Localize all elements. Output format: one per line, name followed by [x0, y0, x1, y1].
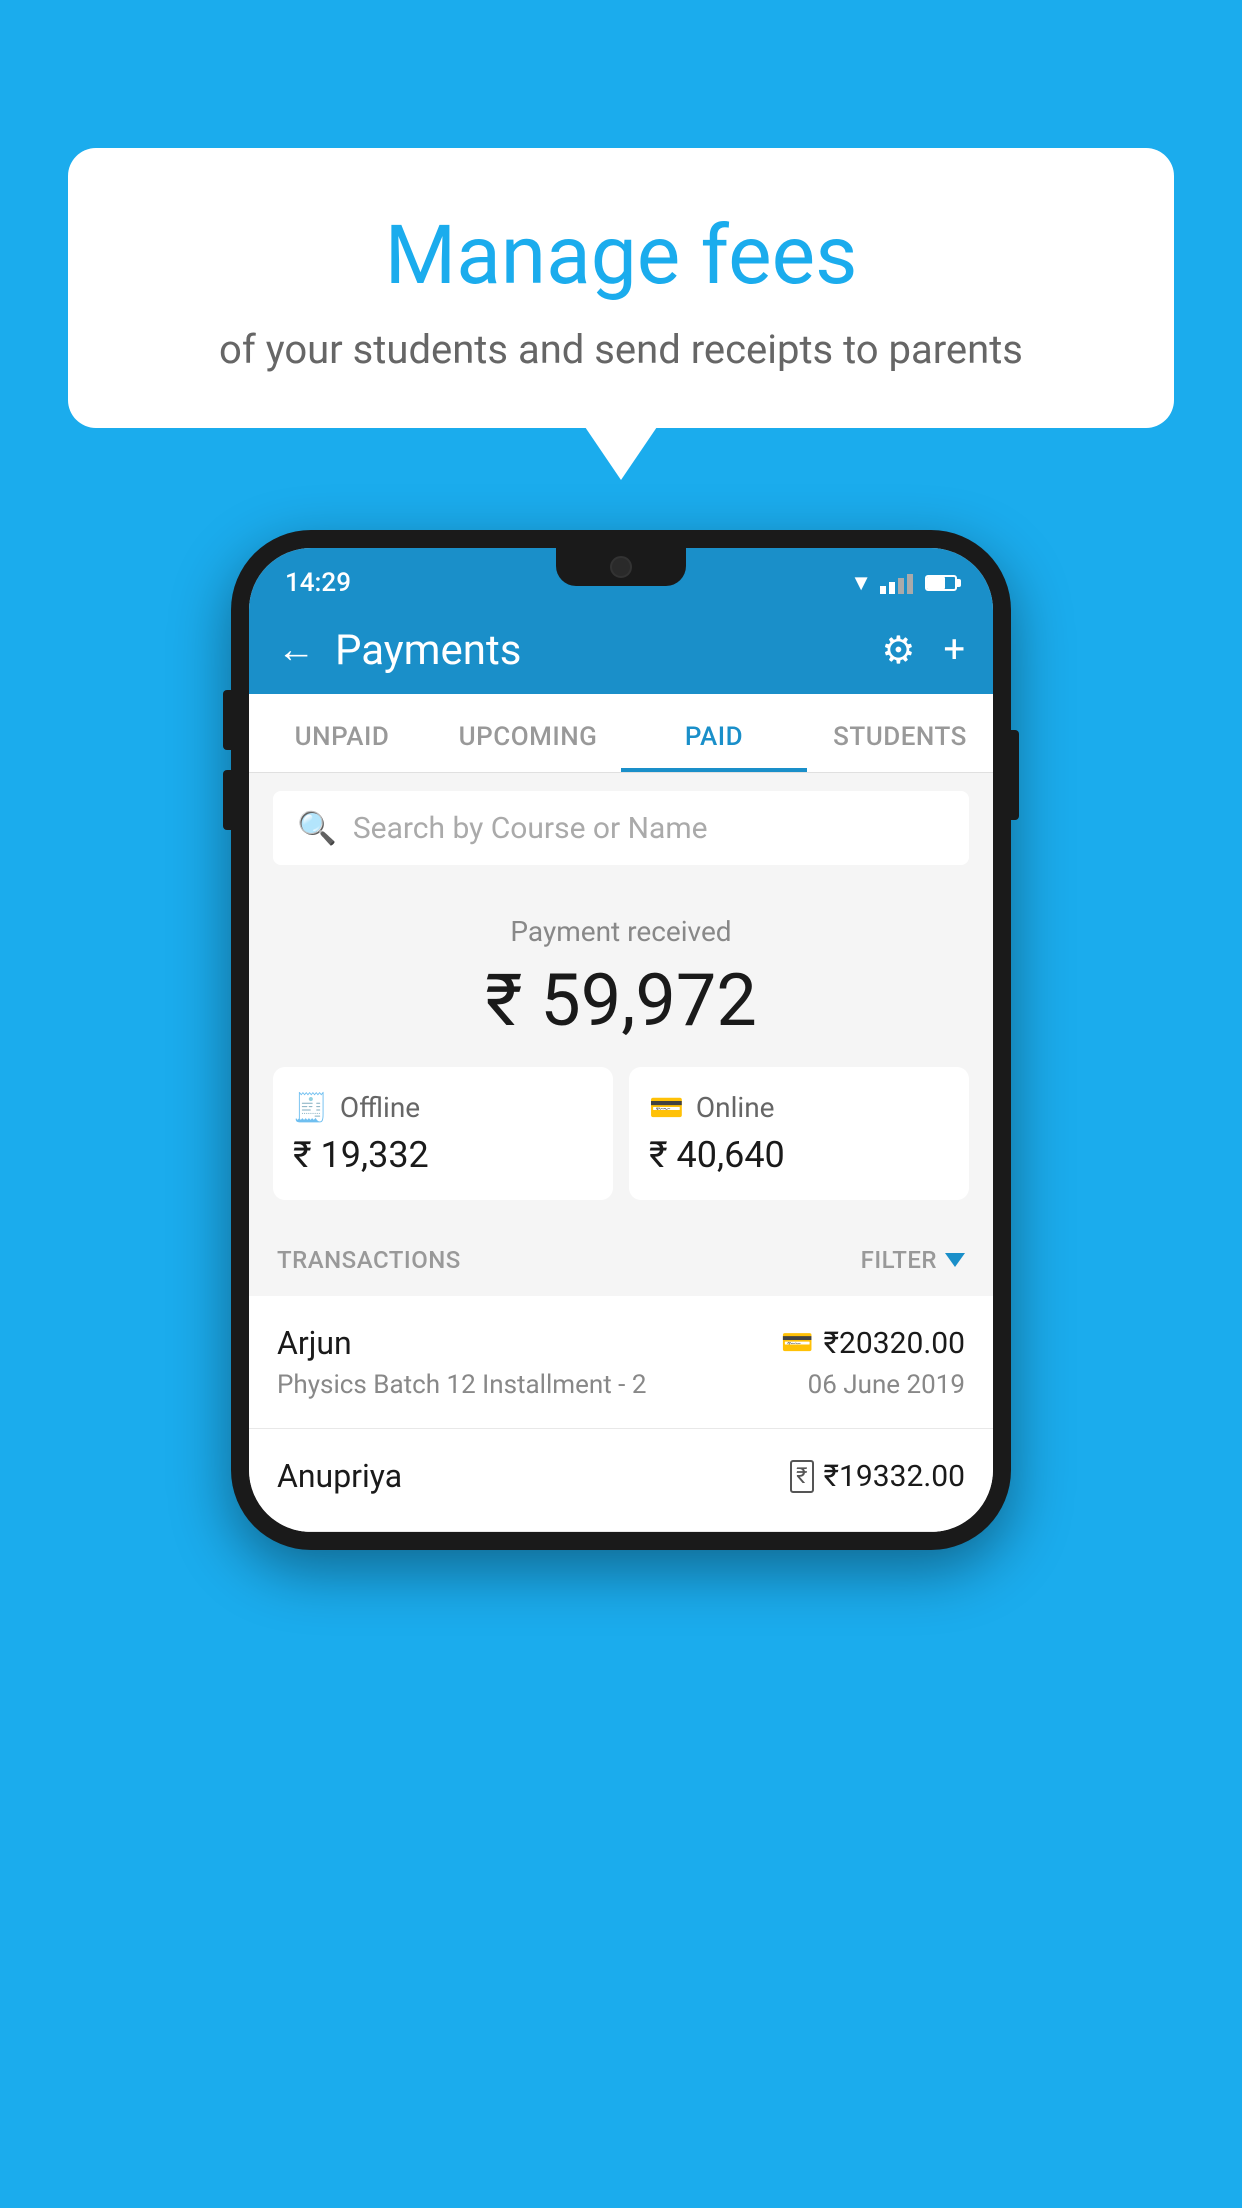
transaction-detail: Physics Batch 12 Installment - 2	[277, 1370, 646, 1400]
search-container: 🔍 Search by Course or Name	[249, 773, 993, 883]
front-camera	[610, 556, 632, 578]
wifi-icon: ▼	[850, 570, 872, 596]
bubble-title: Manage fees	[128, 208, 1114, 304]
transaction-row[interactable]: Anupriya ₹ ₹19332.00	[249, 1429, 993, 1532]
battery-icon	[925, 575, 957, 591]
phone-outer: 14:29 ▼	[231, 530, 1011, 1550]
back-button[interactable]: ←	[277, 628, 315, 672]
transaction-amount: ₹20320.00	[824, 1326, 965, 1361]
bubble-subtitle: of your students and send receipts to pa…	[128, 326, 1114, 373]
status-icons: ▼	[850, 570, 957, 596]
speech-bubble: Manage fees of your students and send re…	[68, 148, 1174, 428]
transaction-top: Anupriya ₹ ₹19332.00	[277, 1457, 965, 1495]
payment-received-label: Payment received	[273, 915, 969, 948]
tab-upcoming[interactable]: UPCOMING	[435, 694, 621, 772]
transaction-top: Arjun 💳 ₹20320.00	[277, 1324, 965, 1362]
card-payment-icon: 💳	[781, 1328, 813, 1358]
offline-card-header: 🧾 Offline	[293, 1091, 593, 1124]
offline-icon: 🧾	[293, 1091, 328, 1124]
online-label: Online	[696, 1091, 775, 1124]
speech-bubble-container: Manage fees of your students and send re…	[68, 148, 1174, 428]
tabs-bar: UNPAID UPCOMING PAID STUDENTS	[249, 694, 993, 773]
filter-label: FILTER	[861, 1246, 937, 1274]
phone-wrapper: 14:29 ▼	[231, 530, 1011, 1550]
transaction-date: 06 June 2019	[808, 1370, 965, 1400]
online-card-header: 💳 Online	[649, 1091, 949, 1124]
search-icon: 🔍	[297, 809, 337, 847]
payment-total-amount: ₹ 59,972	[273, 958, 969, 1043]
payment-cards: 🧾 Offline ₹ 19,332 💳 Online ₹ 40,640	[273, 1067, 969, 1200]
transaction-bottom: Physics Batch 12 Installment - 2 06 June…	[277, 1370, 965, 1400]
transaction-amount-wrapper: ₹ ₹19332.00	[790, 1459, 965, 1494]
add-button[interactable]: +	[943, 628, 965, 672]
search-placeholder: Search by Course or Name	[353, 811, 708, 846]
tab-students[interactable]: STUDENTS	[807, 694, 993, 772]
transaction-amount: ₹19332.00	[824, 1459, 965, 1494]
volume-down-button	[223, 770, 231, 830]
transaction-amount-wrapper: 💳 ₹20320.00	[781, 1326, 965, 1361]
settings-icon[interactable]: ⚙	[881, 628, 915, 673]
offline-amount: ₹ 19,332	[293, 1134, 593, 1176]
transactions-header: TRANSACTIONS FILTER	[249, 1224, 993, 1296]
transaction-name: Anupriya	[277, 1457, 402, 1495]
page-title: Payments	[335, 626, 881, 675]
tab-unpaid[interactable]: UNPAID	[249, 694, 435, 772]
search-bar[interactable]: 🔍 Search by Course or Name	[273, 791, 969, 865]
offline-label: Offline	[340, 1091, 420, 1124]
online-amount: ₹ 40,640	[649, 1134, 949, 1176]
volume-up-button	[223, 690, 231, 750]
payment-summary: Payment received ₹ 59,972 🧾 Offline ₹ 19…	[249, 883, 993, 1224]
offline-card: 🧾 Offline ₹ 19,332	[273, 1067, 613, 1200]
rupee-payment-icon: ₹	[790, 1460, 813, 1493]
transaction-name: Arjun	[277, 1324, 352, 1362]
tab-paid[interactable]: PAID	[621, 694, 807, 772]
phone-screen: 14:29 ▼	[249, 548, 993, 1532]
status-time: 14:29	[285, 568, 351, 598]
signal-icon	[880, 572, 913, 594]
power-button	[1011, 730, 1019, 820]
phone-notch	[556, 548, 686, 586]
app-bar-actions: ⚙ +	[881, 628, 965, 673]
transactions-label: TRANSACTIONS	[277, 1246, 461, 1274]
online-card: 💳 Online ₹ 40,640	[629, 1067, 969, 1200]
online-icon: 💳	[649, 1091, 684, 1124]
filter-icon	[945, 1253, 965, 1267]
filter-button[interactable]: FILTER	[861, 1246, 965, 1274]
app-bar: ← Payments ⚙ +	[249, 606, 993, 694]
transaction-row[interactable]: Arjun 💳 ₹20320.00 Physics Batch 12 Insta…	[249, 1296, 993, 1429]
